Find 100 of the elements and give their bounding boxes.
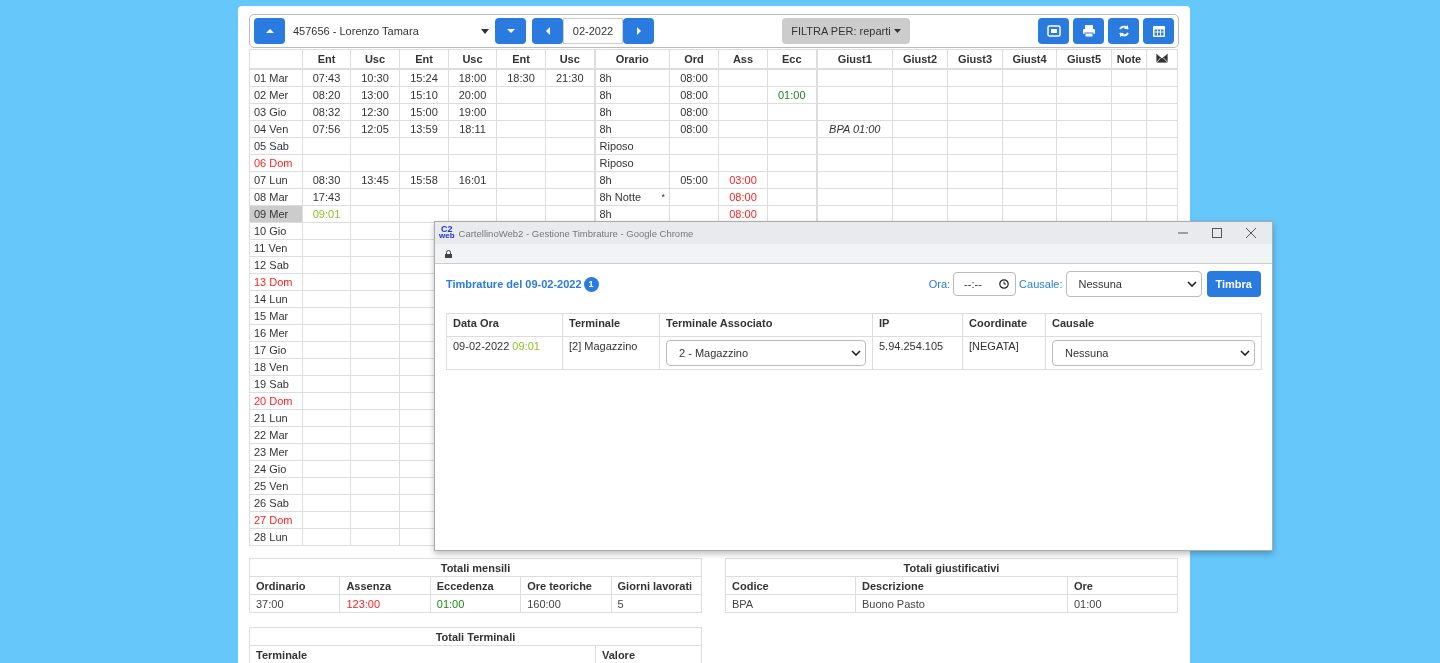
table-cell: 8h	[594, 171, 670, 189]
calendar-icon	[1151, 24, 1166, 38]
day-cell[interactable]: 28 Lun	[249, 528, 303, 546]
heading: Timbrature del 09-02-2022	[446, 278, 582, 290]
day-cell[interactable]: 26 Sab	[249, 494, 303, 512]
day-cell[interactable]: 08 Mar	[249, 188, 303, 206]
column-header: Ordinario	[249, 576, 340, 595]
column-header: Terminale Associato	[659, 313, 873, 337]
maximize-icon[interactable]	[1212, 228, 1222, 238]
column-header: Ore	[1067, 576, 1178, 595]
table-cell: 18:11	[448, 120, 497, 138]
day-cell[interactable]: 23 Mer	[249, 443, 303, 461]
previous-month-button[interactable]	[532, 18, 563, 44]
day-cell[interactable]: 13 Dom	[249, 273, 303, 291]
day-cell[interactable]: 18 Ven	[249, 358, 303, 376]
total-value: 37:00	[256, 597, 284, 610]
caret-down-icon	[481, 28, 489, 34]
table-cell: 08:00	[669, 86, 719, 104]
column-header: Giust3	[947, 49, 1003, 69]
day-cell[interactable]: 12 Sab	[249, 256, 303, 274]
day-cell[interactable]: 17 Gio	[249, 341, 303, 359]
close-icon[interactable]	[1246, 228, 1256, 238]
table-cell: 15:24	[399, 69, 449, 87]
table-cell: 19:00	[448, 103, 497, 121]
table-cell: 12:30	[350, 103, 400, 121]
print-button[interactable]	[1073, 18, 1104, 44]
table-cell: 8h	[594, 120, 670, 138]
employee-select[interactable]: 457656 - Lorenzo Tamara	[285, 18, 495, 44]
day-cell[interactable]: 22 Mar	[249, 426, 303, 444]
count-badge: 1	[583, 276, 599, 292]
time-label: Ora:	[928, 278, 951, 290]
caret-up-icon	[264, 26, 275, 36]
previous-employee-button[interactable]	[254, 18, 285, 44]
cause-select[interactable]: Nessuna	[1052, 340, 1255, 366]
table-cell: 08:00	[669, 103, 719, 121]
cause-select[interactable]: Nessuna	[1065, 271, 1202, 297]
column-header: Giust1	[816, 49, 893, 69]
table-title: Totali giustificativi	[725, 558, 1178, 577]
day-cell[interactable]: 16 Mer	[249, 324, 303, 342]
card-button[interactable]	[1038, 18, 1069, 44]
table-cell: 13:45	[350, 171, 400, 189]
day-cell[interactable]: 05 Sab	[249, 137, 303, 155]
day-cell[interactable]: 15 Mar	[249, 307, 303, 325]
table-cell: 13:00	[350, 86, 400, 104]
day-cell[interactable]: 20 Dom	[249, 392, 303, 410]
table-cell: 01:00	[1067, 594, 1178, 613]
table-cell: BPA	[725, 594, 856, 613]
lock-icon	[445, 249, 452, 258]
day-cell[interactable]: 24 Gio	[249, 460, 303, 478]
column-header: Codice	[725, 576, 856, 595]
filter-button[interactable]: FILTRA PER: reparti	[782, 18, 910, 44]
table-title: Totali mensili	[249, 558, 702, 577]
clock-icon	[999, 279, 1010, 289]
day-cell[interactable]: 10 Gio	[249, 222, 303, 240]
table-cell: 8h Notte *	[594, 188, 670, 206]
table-cell: 08:00	[669, 120, 719, 138]
column-header: Usc	[448, 49, 497, 69]
table-cell: 15:00	[399, 103, 449, 121]
table-cell: 15:58	[399, 171, 449, 189]
day-cell[interactable]: 06 Dom	[249, 154, 303, 172]
terminal-select[interactable]: 2 - Magazzino	[666, 340, 866, 366]
day-cell[interactable]: 02 Mer	[249, 86, 303, 104]
day-cell[interactable]: 07 Lun	[249, 171, 303, 189]
refresh-button[interactable]	[1108, 18, 1139, 44]
chevron-down-icon	[851, 350, 861, 356]
caret-down-icon	[893, 29, 901, 33]
caret-down-icon	[505, 26, 516, 36]
day-cell[interactable]: 11 Ven	[249, 239, 303, 257]
total-value: 01:00	[436, 597, 465, 610]
day-cell[interactable]: 04 Ven	[249, 120, 303, 138]
table-cell: Riposo	[594, 154, 670, 172]
column-header: Giorni lavorati	[611, 576, 702, 595]
column-header: Ord	[669, 49, 719, 69]
table-cell: 12:05	[350, 120, 400, 138]
day-cell[interactable]: 19 Sab	[249, 375, 303, 393]
table-cell: 17:43	[302, 188, 351, 206]
table-cell: 09-02-2022 09:01	[446, 336, 563, 370]
cause-label: Causale:	[1019, 278, 1063, 290]
next-month-button[interactable]	[623, 18, 654, 44]
table-cell: Buono Pasto	[855, 594, 1068, 613]
column-header: Orario	[594, 49, 670, 69]
table-cell: Riposo	[594, 137, 670, 155]
table-cell: 03:00	[718, 171, 768, 189]
next-employee-button[interactable]	[495, 18, 526, 44]
column-header: Usc	[350, 49, 400, 69]
day-cell[interactable]: 01 Mar	[249, 69, 303, 87]
day-cell[interactable]: 21 Lun	[249, 409, 303, 427]
table-title: Totali Terminali	[249, 627, 702, 646]
day-cell[interactable]: 03 Gio	[249, 103, 303, 121]
day-cell[interactable]: 27 Dom	[249, 511, 303, 529]
period-field[interactable]: 02-2022	[563, 18, 623, 44]
table-cell: 8h	[594, 86, 670, 104]
table-cell: 09:01	[302, 205, 351, 223]
calendar-button[interactable]	[1143, 18, 1174, 44]
day-cell[interactable]: 14 Lun	[249, 290, 303, 308]
stamp-button[interactable]: Timbra	[1206, 271, 1261, 297]
day-cell[interactable]: 25 Ven	[249, 477, 303, 495]
table-cell: 08:30	[302, 171, 351, 189]
table-cell: 5.94.254.105	[872, 336, 963, 370]
time-field[interactable]: --:--	[953, 272, 1017, 296]
